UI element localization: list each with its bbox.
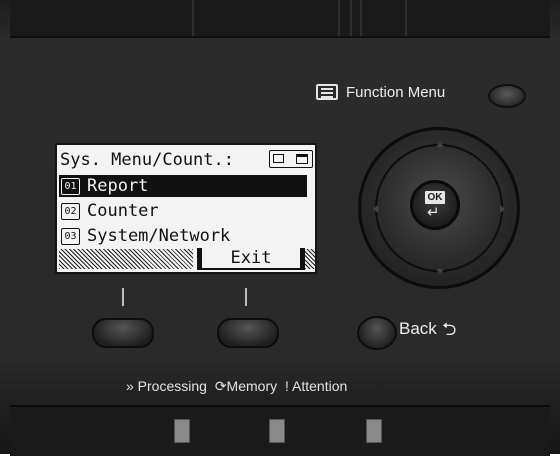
- function-menu-label: Function Menu: [346, 83, 446, 101]
- left-select-button[interactable]: [92, 318, 154, 348]
- menu-item-label: Counter: [87, 201, 159, 221]
- processing-led: [174, 419, 190, 443]
- back-arrow-icon: ⮌: [442, 319, 457, 340]
- enter-icon: ↵: [427, 203, 440, 221]
- lcd-menu-item-counter[interactable]: 02 Counter: [59, 200, 159, 222]
- right-select-button[interactable]: [217, 318, 279, 348]
- attention-led: [366, 419, 382, 443]
- item-number-badge: 01: [61, 178, 80, 195]
- memory-indicator-label: ⟳Memory: [214, 378, 278, 394]
- softkey-edge-pattern: [305, 249, 315, 269]
- softkey-left-empty: [59, 249, 193, 269]
- function-menu-button[interactable]: [488, 84, 526, 108]
- lcd-menu-item-report[interactable]: 01 Report: [59, 175, 307, 197]
- left-arrow-icon[interactable]: [373, 205, 378, 213]
- up-arrow-icon[interactable]: [436, 142, 444, 147]
- lcd-title: Sys. Menu/Count.:: [60, 150, 234, 170]
- top-panel-strip: [10, 0, 550, 38]
- menu-item-label: Report: [87, 176, 149, 196]
- memory-led: [269, 419, 285, 443]
- left-softkey-indicator: [122, 288, 124, 306]
- lcd-menu-item-system-network[interactable]: 03 System/Network: [59, 225, 230, 247]
- down-arrow-icon[interactable]: [436, 269, 444, 274]
- status-indicators: » Processing ⟳Memory ! Attention: [126, 378, 351, 395]
- item-number-badge: 03: [61, 228, 80, 245]
- back-button[interactable]: [357, 316, 397, 350]
- softkey-right-exit: Exit: [197, 248, 305, 270]
- back-label: Back: [399, 319, 437, 338]
- menu-item-label: System/Network: [87, 226, 231, 246]
- item-number-badge: 02: [61, 203, 80, 220]
- ok-button[interactable]: OK ↵: [410, 180, 460, 230]
- function-menu-label-group: Function Menu: [316, 80, 445, 104]
- copy-to-box-icon: [269, 150, 313, 168]
- function-menu-icon: [316, 84, 338, 100]
- lcd-screen: Sys. Menu/Count.: 01 Report 02 Counter 03 S…: [55, 143, 317, 274]
- processing-indicator-label: » Processing: [126, 378, 207, 394]
- printer-control-panel: Function Menu Sys. Menu/Count.: 01 Report…: [0, 0, 560, 456]
- right-softkey-indicator: [245, 288, 247, 306]
- right-arrow-icon[interactable]: [500, 205, 505, 213]
- attention-indicator-label: ! Attention: [285, 378, 348, 394]
